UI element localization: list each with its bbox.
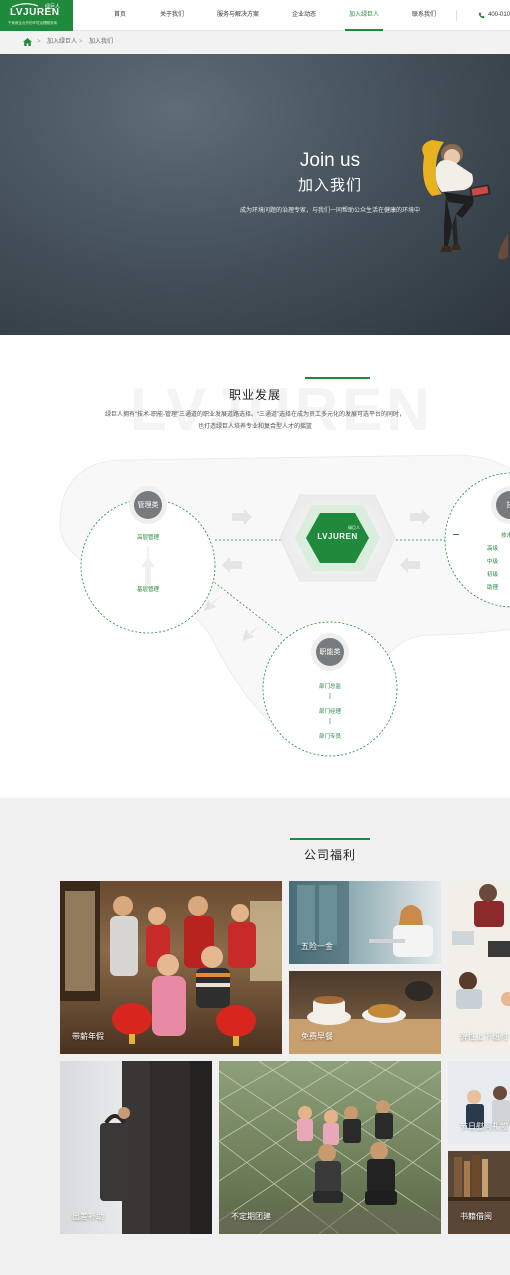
- welfare-tile-travel[interactable]: 出差补助: [60, 1061, 212, 1234]
- site-header: 绿巨人 LVJUREN 千家政企合作的环境治理服务商 首页 关于我们 服务与解决…: [0, 0, 510, 31]
- welfare-tile-flex-hours[interactable]: 弹性上下班时: [448, 881, 510, 1054]
- nav-divider: [456, 10, 457, 21]
- function-level: 部门专员: [318, 734, 341, 740]
- phone-number[interactable]: 400-010: [488, 0, 510, 31]
- nav-about[interactable]: 关于我们: [156, 0, 188, 31]
- welfare-label: 带薪年假: [72, 1032, 104, 1041]
- function-title: 职能类: [319, 649, 341, 656]
- team-photo: [219, 1061, 441, 1234]
- breadcrumb: > 加入绿巨人 > 加入我们: [0, 31, 510, 54]
- function-level: 部门经理: [318, 709, 341, 715]
- phone-icon: [478, 12, 485, 19]
- career-diagram: [59, 454, 510, 757]
- logo-tagline: 千家政企合作的环境治理服务商: [8, 21, 57, 25]
- nav-news[interactable]: 企业动态: [288, 0, 320, 31]
- management-level: 高层管理: [136, 535, 159, 541]
- breadcrumb-join[interactable]: 加入绿巨人: [47, 31, 77, 54]
- hero-person-image: [422, 140, 508, 260]
- nav-contact[interactable]: 联系我们: [408, 0, 440, 31]
- center-logo-text: LVJUREN: [317, 532, 358, 541]
- management-title: 管理类: [137, 502, 159, 509]
- hero-banner: Join us 加入我们 成为环境问题的治理专家，与我们一同帮助公众生活在健康的…: [0, 54, 510, 335]
- breadcrumb-separator: >: [79, 39, 83, 45]
- businessman-photo: [100, 1061, 212, 1234]
- breadcrumb-current: 加入我们: [89, 39, 114, 45]
- center-logo-cn: 绿巨人: [348, 525, 360, 530]
- technical-level: 技术: [501, 533, 510, 539]
- welfare-tile-festival-gifts[interactable]: 节日慰问礼物: [448, 1061, 510, 1144]
- welfare-label: 节日慰问礼物: [460, 1122, 508, 1131]
- welfare-section: 公司福利 带薪年假 五险一金 免费早餐 弹性上下班时 出差补助 不定期团建 节日…: [0, 798, 510, 1275]
- function-level: 部门总监: [318, 684, 341, 690]
- welfare-title-accent: [290, 838, 370, 840]
- logo[interactable]: 绿巨人 LVJUREN 千家政企合作的环境治理服务商: [0, 0, 73, 31]
- career-section: LVJUREN 职业发展 绿巨人拥有“技术-职能-管理”三通道的职业发展道路选择…: [0, 335, 510, 798]
- management-level: 基层管理: [136, 587, 159, 593]
- family-photo: [60, 881, 282, 1046]
- welfare-tile-book-lending[interactable]: 书籍借阅: [448, 1151, 510, 1234]
- welfare-label: 五险一金: [301, 942, 333, 951]
- welfare-title: 公司福利: [303, 848, 356, 862]
- welfare-label: 免费早餐: [301, 1032, 333, 1041]
- welfare-label: 书籍借阅: [460, 1212, 492, 1221]
- technical-level: 中级: [487, 559, 499, 565]
- technical-level: 高级: [487, 546, 499, 552]
- logo-text: LVJUREN: [10, 7, 60, 18]
- welfare-label: 弹性上下班时: [460, 1032, 508, 1041]
- welfare-tile-insurance[interactable]: 五险一金: [289, 881, 441, 964]
- technical-level: 助理: [487, 585, 499, 591]
- nav-home[interactable]: 首页: [107, 0, 133, 31]
- meeting-photo: [448, 881, 510, 1054]
- welfare-label: 不定期团建: [231, 1212, 271, 1221]
- welfare-tile-breakfast[interactable]: 免费早餐: [289, 971, 441, 1054]
- nav-join[interactable]: 加入绿巨人: [345, 0, 383, 31]
- home-icon[interactable]: [23, 38, 32, 46]
- welfare-tile-annual-leave[interactable]: 带薪年假: [60, 881, 282, 1054]
- welfare-label: 出差补助: [72, 1212, 104, 1221]
- breadcrumb-separator: >: [37, 39, 41, 45]
- technical-title: 技术类: [497, 500, 510, 510]
- nav-services[interactable]: 服务与解决方案: [214, 0, 262, 31]
- technical-level: 初级: [487, 572, 499, 578]
- page: 绿巨人 LVJUREN 千家政企合作的环境治理服务商 首页 关于我们 服务与解决…: [0, 0, 510, 1275]
- welfare-tile-team-building[interactable]: 不定期团建: [219, 1061, 441, 1234]
